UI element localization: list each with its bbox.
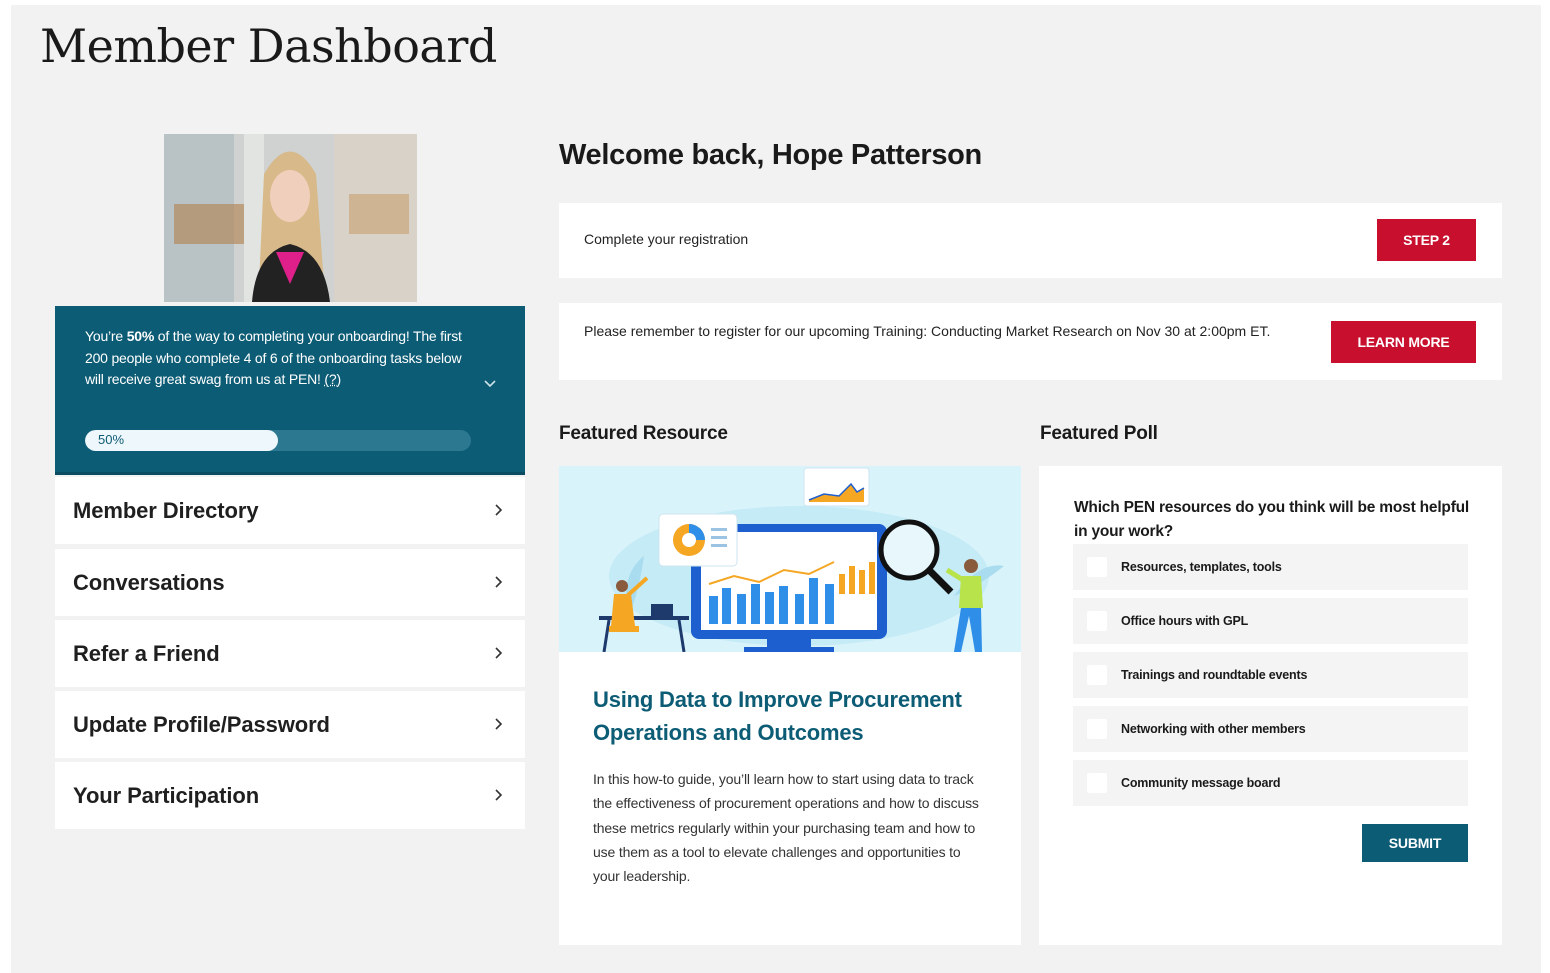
dashboard-page: Member Dashboard You’re 50% of the way t… [11,5,1541,973]
poll-option[interactable]: Community message board [1073,760,1468,806]
page-title: Member Dashboard [40,19,497,73]
poll-option[interactable]: Resources, templates, tools [1073,544,1468,590]
sidebar-item-label: Member Directory [73,497,259,523]
help-tooltip-trigger[interactable]: (?) [324,371,341,387]
poll-question: Which PEN resources do you think will be… [1074,499,1470,540]
poll-option-label: Resources, templates, tools [1121,560,1282,574]
featured-resource-heading: Featured Resource [559,423,728,444]
onboarding-progress-label: 50% [98,432,125,447]
avatar [164,134,417,302]
sidebar-item-label: Refer a Friend [73,640,220,666]
sidebar-item-label: Conversations [73,569,225,595]
onboarding-text: You’re 50% of the way to completing your… [85,326,480,391]
sidebar-item-label: Your Participation [73,782,260,808]
registration-text: Complete your registration [584,231,749,247]
onboarding-progress-bar: 50% [85,430,471,451]
sidebar-item-refer-a-friend[interactable]: Refer a Friend [55,620,525,687]
welcome-heading: Welcome back, Hope Patterson [559,139,982,171]
chevron-right-icon [495,718,503,730]
chevron-right-icon [495,789,503,801]
chevron-right-icon [495,576,503,588]
sidebar-item-your-participation[interactable]: Your Participation [55,762,525,829]
poll-option-checkbox[interactable] [1087,611,1107,631]
sidebar-item-conversations[interactable]: Conversations [55,549,525,616]
onboarding-panel: You’re 50% of the way to completing your… [55,306,525,475]
featured-resource-card: Using Data to Improve Procurement Operat… [559,466,1021,945]
featured-resource-title-link[interactable]: Using Data to Improve Procurement Operat… [593,683,993,749]
poll-option-checkbox[interactable] [1087,719,1107,739]
chevron-down-icon[interactable] [482,376,498,392]
profile-photo-image [164,134,417,302]
poll-option[interactable]: Trainings and roundtable events [1073,652,1468,698]
poll-option[interactable]: Office hours with GPL [1073,598,1468,644]
poll-submit-button[interactable]: SUBMIT [1362,824,1468,862]
training-reminder-text: Please remember to register for our upco… [584,323,1271,339]
sidebar-item-label: Update Profile/Password [73,711,330,737]
onboarding-text-prefix: You’re [85,328,127,344]
poll-option-label: Trainings and roundtable events [1121,668,1308,682]
data-analytics-illustration [559,466,1021,652]
featured-resource-description: In this how-to guide, you’ll learn how t… [593,771,979,885]
onboarding-percent: 50% [126,328,155,344]
poll-option-label: Office hours with GPL [1121,614,1249,628]
sidebar-item-member-directory[interactable]: Member Directory [55,477,525,544]
chevron-right-icon [495,647,503,659]
poll-option-label: Networking with other members [1121,722,1306,736]
sidebar-item-update-profile[interactable]: Update Profile/Password [55,691,525,758]
poll-option-checkbox[interactable] [1087,665,1107,685]
featured-poll-heading: Featured Poll [1040,423,1158,444]
chevron-right-icon [495,504,503,516]
featured-resource-illustration[interactable] [559,466,1021,652]
training-reminder-card: Please remember to register for our upco… [559,303,1502,380]
registration-card: Complete your registration STEP 2 [559,203,1502,278]
poll-option-checkbox[interactable] [1087,773,1107,793]
poll-option-label: Community message board [1121,776,1281,790]
poll-option-checkbox[interactable] [1087,557,1107,577]
featured-poll-card: Which PEN resources do you think will be… [1039,466,1502,945]
learn-more-button[interactable]: LEARN MORE [1331,321,1476,363]
step-2-button[interactable]: STEP 2 [1377,219,1476,261]
poll-option[interactable]: Networking with other members [1073,706,1468,752]
